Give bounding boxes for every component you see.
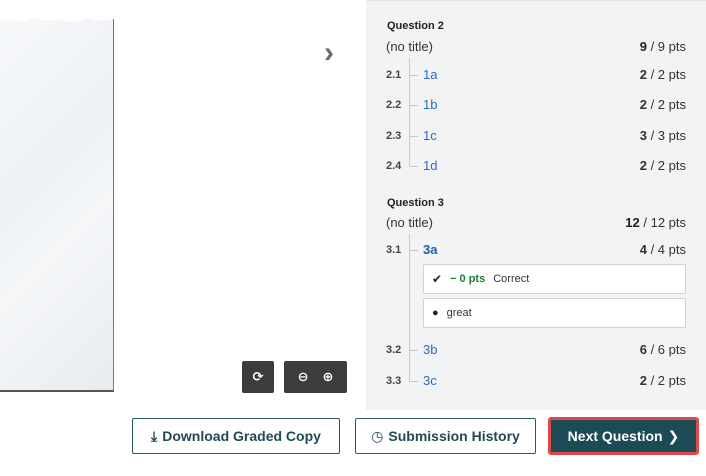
next-page-chevron-icon[interactable]: ›	[324, 38, 334, 68]
rubric-label: Correct	[493, 273, 530, 285]
question-title: (no title)	[386, 39, 433, 54]
question-row: (no title) 9 / 9 pts	[386, 39, 686, 54]
submission-viewer: › ⟳ ⊖ ⊕	[0, 0, 366, 410]
subquestion-score: 2 / 2 pts	[639, 158, 686, 173]
question-title: (no title)	[386, 215, 433, 230]
zoom-in-icon[interactable]: ⊕	[323, 369, 334, 385]
scanned-page-image	[0, 18, 114, 392]
subquestion-link-1a[interactable]: 1a	[423, 67, 437, 82]
subquestion-link-3b[interactable]: 3b	[423, 342, 437, 357]
question-label: Question 3	[387, 197, 444, 209]
subquestion-score: 2 / 2 pts	[639, 97, 686, 112]
grader-comment: ● great	[423, 298, 686, 328]
subquestion-score: 6 / 6 pts	[639, 342, 686, 357]
question-score: 12 / 12 pts	[625, 215, 686, 230]
subquestion-score: 3 / 3 pts	[639, 128, 686, 143]
comment-text: great	[446, 307, 472, 319]
action-bar: ⤓ Download Graded Copy ◷ Submission Hist…	[0, 410, 706, 476]
download-icon: ⤓	[151, 427, 158, 444]
subquestion-link-1d[interactable]: 1d	[423, 158, 437, 173]
rotate-icon: ⟳	[252, 369, 264, 384]
subquestion-number: 2.4	[386, 160, 402, 172]
download-graded-copy-button[interactable]: ⤓ Download Graded Copy	[132, 418, 340, 454]
clock-icon: ◷	[371, 427, 384, 444]
comment-icon: ●	[432, 307, 439, 319]
zoom-out-icon[interactable]: ⊖	[298, 369, 309, 385]
submission-history-button[interactable]: ◷ Submission History	[355, 418, 536, 454]
next-question-button[interactable]: Next Question ❯	[548, 417, 699, 455]
subquestion-score: 2 / 2 pts	[639, 373, 686, 388]
zoom-controls: ⊖ ⊕	[284, 361, 347, 393]
subquestion-number: 3.2	[386, 344, 402, 356]
next-question-label: Next Question	[567, 428, 663, 444]
subquestion-link-1b[interactable]: 1b	[423, 97, 437, 112]
history-label: Submission History	[388, 428, 520, 444]
question-row: (no title) 12 / 12 pts	[386, 215, 686, 230]
rubric-points: − 0 pts	[450, 273, 486, 285]
chevron-right-icon: ❯	[667, 427, 680, 444]
subquestion-link-3c[interactable]: 3c	[423, 373, 437, 388]
subquestion-score: 2 / 2 pts	[639, 67, 686, 82]
question-label: Question 2	[387, 20, 444, 32]
subquestion-number: 2.3	[386, 130, 402, 142]
download-label: Download Graded Copy	[162, 428, 321, 444]
subquestion-number: 2.1	[386, 69, 402, 81]
checkmark-icon: ✔	[432, 272, 443, 286]
question-outline-panel: Question 2 (no title) 9 / 9 pts 2.1 1a 2…	[366, 0, 706, 410]
rubric-item[interactable]: ✔ − 0 pts Correct	[423, 264, 686, 294]
subquestion-number: 3.1	[386, 244, 402, 256]
subquestion-score: 4 / 4 pts	[639, 242, 686, 257]
subquestion-number: 3.3	[386, 375, 402, 387]
rotate-button[interactable]: ⟳	[242, 361, 274, 393]
subquestion-link-3a[interactable]: 3a	[423, 242, 437, 257]
subquestion-number: 2.2	[386, 99, 402, 111]
subquestion-link-1c[interactable]: 1c	[423, 128, 437, 143]
question-score: 9 / 9 pts	[639, 39, 686, 54]
